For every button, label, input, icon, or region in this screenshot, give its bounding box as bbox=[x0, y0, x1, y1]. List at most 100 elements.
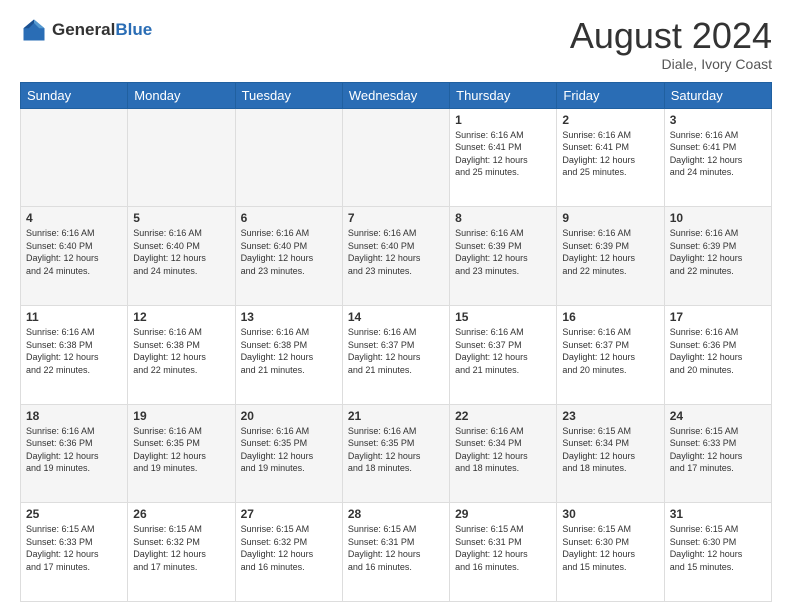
calendar-cell bbox=[21, 108, 128, 207]
day-info: Sunrise: 6:15 AM Sunset: 6:30 PM Dayligh… bbox=[562, 523, 658, 573]
day-number: 15 bbox=[455, 310, 551, 324]
calendar-cell: 6 Sunrise: 6:16 AM Sunset: 6:40 PM Daylig… bbox=[235, 207, 342, 306]
day-info: Sunrise: 6:16 AM Sunset: 6:35 PM Dayligh… bbox=[348, 425, 444, 475]
day-number: 25 bbox=[26, 507, 122, 521]
day-number: 8 bbox=[455, 211, 551, 225]
day-info: Sunrise: 6:16 AM Sunset: 6:40 PM Dayligh… bbox=[133, 227, 229, 277]
calendar-cell: 30 Sunrise: 6:15 AM Sunset: 6:30 PM Dayli… bbox=[557, 503, 664, 602]
day-info: Sunrise: 6:15 AM Sunset: 6:32 PM Dayligh… bbox=[241, 523, 337, 573]
day-number: 20 bbox=[241, 409, 337, 423]
day-number: 21 bbox=[348, 409, 444, 423]
day-info: Sunrise: 6:15 AM Sunset: 6:31 PM Dayligh… bbox=[348, 523, 444, 573]
day-number: 22 bbox=[455, 409, 551, 423]
calendar-cell: 23 Sunrise: 6:15 AM Sunset: 6:34 PM Dayli… bbox=[557, 404, 664, 503]
calendar-week-row: 18 Sunrise: 6:16 AM Sunset: 6:36 PM Dayli… bbox=[21, 404, 772, 503]
calendar-cell: 3Sunrise: 6:16 AM Sunset: 6:41 PM Daylig… bbox=[664, 108, 771, 207]
day-info: Sunrise: 6:15 AM Sunset: 6:33 PM Dayligh… bbox=[670, 425, 766, 475]
day-number: 6 bbox=[241, 211, 337, 225]
day-info: Sunrise: 6:16 AM Sunset: 6:35 PM Dayligh… bbox=[241, 425, 337, 475]
day-number: 19 bbox=[133, 409, 229, 423]
calendar-header-tuesday: Tuesday bbox=[235, 82, 342, 108]
calendar-cell: 22 Sunrise: 6:16 AM Sunset: 6:34 PM Dayli… bbox=[450, 404, 557, 503]
calendar-cell: 1 Sunrise: 6:16 AM Sunset: 6:41 PM Daylig… bbox=[450, 108, 557, 207]
calendar-cell: 12Sunrise: 6:16 AM Sunset: 6:38 PM Dayli… bbox=[128, 305, 235, 404]
logo-general: General bbox=[52, 20, 115, 40]
calendar-cell: 26 Sunrise: 6:15 AM Sunset: 6:32 PM Dayli… bbox=[128, 503, 235, 602]
calendar-cell: 25 Sunrise: 6:15 AM Sunset: 6:33 PM Dayli… bbox=[21, 503, 128, 602]
day-info: Sunrise: 6:15 AM Sunset: 6:32 PM Dayligh… bbox=[133, 523, 229, 573]
day-number: 26 bbox=[133, 507, 229, 521]
calendar-cell: 18 Sunrise: 6:16 AM Sunset: 6:36 PM Dayli… bbox=[21, 404, 128, 503]
day-info: Sunrise: 6:16 AM Sunset: 6:34 PM Dayligh… bbox=[455, 425, 551, 475]
calendar-cell bbox=[128, 108, 235, 207]
day-info: Sunrise: 6:16 AM Sunset: 6:37 PM Dayligh… bbox=[348, 326, 444, 376]
day-info: Sunrise: 6:16 AM Sunset: 6:39 PM Dayligh… bbox=[562, 227, 658, 277]
calendar-header-friday: Friday bbox=[557, 82, 664, 108]
calendar-cell: 11Sunrise: 6:16 AM Sunset: 6:38 PM Dayli… bbox=[21, 305, 128, 404]
calendar-header-wednesday: Wednesday bbox=[342, 82, 449, 108]
day-info: Sunrise: 6:16 AM Sunset: 6:39 PM Dayligh… bbox=[670, 227, 766, 277]
calendar-header-saturday: Saturday bbox=[664, 82, 771, 108]
calendar-cell: 2 Sunrise: 6:16 AM Sunset: 6:41 PM Daylig… bbox=[557, 108, 664, 207]
day-number: 27 bbox=[241, 507, 337, 521]
day-number: 23 bbox=[562, 409, 658, 423]
calendar-cell: 8 Sunrise: 6:16 AM Sunset: 6:39 PM Daylig… bbox=[450, 207, 557, 306]
day-info: Sunrise: 6:16 AM Sunset: 6:35 PM Dayligh… bbox=[133, 425, 229, 475]
calendar-cell: 21 Sunrise: 6:16 AM Sunset: 6:35 PM Dayli… bbox=[342, 404, 449, 503]
calendar-cell: 28 Sunrise: 6:15 AM Sunset: 6:31 PM Dayli… bbox=[342, 503, 449, 602]
calendar-cell: 24 Sunrise: 6:15 AM Sunset: 6:33 PM Dayli… bbox=[664, 404, 771, 503]
day-number: 28 bbox=[348, 507, 444, 521]
calendar-header-monday: Monday bbox=[128, 82, 235, 108]
day-info: Sunrise: 6:16 AM Sunset: 6:36 PM Dayligh… bbox=[670, 326, 766, 376]
day-info: Sunrise: 6:16 AM Sunset: 6:41 PM Dayligh… bbox=[562, 129, 658, 179]
day-number: 18 bbox=[26, 409, 122, 423]
day-info: Sunrise: 6:15 AM Sunset: 6:33 PM Dayligh… bbox=[26, 523, 122, 573]
calendar-cell: 14 Sunrise: 6:16 AM Sunset: 6:37 PM Dayli… bbox=[342, 305, 449, 404]
calendar-week-row: 4 Sunrise: 6:16 AM Sunset: 6:40 PM Daylig… bbox=[21, 207, 772, 306]
calendar-week-row: 1 Sunrise: 6:16 AM Sunset: 6:41 PM Daylig… bbox=[21, 108, 772, 207]
day-info: Sunrise: 6:16 AM Sunset: 6:39 PM Dayligh… bbox=[455, 227, 551, 277]
day-info: Sunrise: 6:16 AM Sunset: 6:37 PM Dayligh… bbox=[562, 326, 658, 376]
day-number: 14 bbox=[348, 310, 444, 324]
day-info: Sunrise: 6:16 AM Sunset: 6:38 PM Dayligh… bbox=[241, 326, 337, 376]
calendar-table: SundayMondayTuesdayWednesdayThursdayFrid… bbox=[20, 82, 772, 602]
day-number: 24 bbox=[670, 409, 766, 423]
header: General Blue August 2024 Diale, Ivory Co… bbox=[20, 16, 772, 72]
day-number: 12 bbox=[133, 310, 229, 324]
calendar-header-sunday: Sunday bbox=[21, 82, 128, 108]
day-number: 2 bbox=[562, 113, 658, 127]
day-info: Sunrise: 6:15 AM Sunset: 6:31 PM Dayligh… bbox=[455, 523, 551, 573]
calendar-cell: 16 Sunrise: 6:16 AM Sunset: 6:37 PM Dayli… bbox=[557, 305, 664, 404]
calendar-cell: 7 Sunrise: 6:16 AM Sunset: 6:40 PM Daylig… bbox=[342, 207, 449, 306]
calendar-cell: 9Sunrise: 6:16 AM Sunset: 6:39 PM Daylig… bbox=[557, 207, 664, 306]
day-number: 31 bbox=[670, 507, 766, 521]
day-info: Sunrise: 6:16 AM Sunset: 6:40 PM Dayligh… bbox=[348, 227, 444, 277]
day-info: Sunrise: 6:16 AM Sunset: 6:38 PM Dayligh… bbox=[26, 326, 122, 376]
day-number: 17 bbox=[670, 310, 766, 324]
day-info: Sunrise: 6:16 AM Sunset: 6:41 PM Dayligh… bbox=[455, 129, 551, 179]
day-info: Sunrise: 6:16 AM Sunset: 6:41 PM Dayligh… bbox=[670, 129, 766, 179]
calendar-header-row: SundayMondayTuesdayWednesdayThursdayFrid… bbox=[21, 82, 772, 108]
day-info: Sunrise: 6:16 AM Sunset: 6:37 PM Dayligh… bbox=[455, 326, 551, 376]
calendar-cell: 10Sunrise: 6:16 AM Sunset: 6:39 PM Dayli… bbox=[664, 207, 771, 306]
calendar-cell: 19 Sunrise: 6:16 AM Sunset: 6:35 PM Dayli… bbox=[128, 404, 235, 503]
day-number: 16 bbox=[562, 310, 658, 324]
month-title: August 2024 bbox=[570, 16, 772, 56]
day-number: 4 bbox=[26, 211, 122, 225]
day-number: 30 bbox=[562, 507, 658, 521]
day-number: 7 bbox=[348, 211, 444, 225]
day-info: Sunrise: 6:16 AM Sunset: 6:40 PM Dayligh… bbox=[26, 227, 122, 277]
day-info: Sunrise: 6:16 AM Sunset: 6:40 PM Dayligh… bbox=[241, 227, 337, 277]
day-info: Sunrise: 6:15 AM Sunset: 6:34 PM Dayligh… bbox=[562, 425, 658, 475]
calendar-cell: 17 Sunrise: 6:16 AM Sunset: 6:36 PM Dayli… bbox=[664, 305, 771, 404]
calendar-header-thursday: Thursday bbox=[450, 82, 557, 108]
day-number: 5 bbox=[133, 211, 229, 225]
calendar-cell: 27 Sunrise: 6:15 AM Sunset: 6:32 PM Dayli… bbox=[235, 503, 342, 602]
calendar-cell: 5 Sunrise: 6:16 AM Sunset: 6:40 PM Daylig… bbox=[128, 207, 235, 306]
day-info: Sunrise: 6:15 AM Sunset: 6:30 PM Dayligh… bbox=[670, 523, 766, 573]
calendar-cell: 31 Sunrise: 6:15 AM Sunset: 6:30 PM Dayli… bbox=[664, 503, 771, 602]
day-number: 1 bbox=[455, 113, 551, 127]
day-info: Sunrise: 6:16 AM Sunset: 6:36 PM Dayligh… bbox=[26, 425, 122, 475]
calendar-cell bbox=[342, 108, 449, 207]
logo: General Blue bbox=[20, 16, 152, 44]
